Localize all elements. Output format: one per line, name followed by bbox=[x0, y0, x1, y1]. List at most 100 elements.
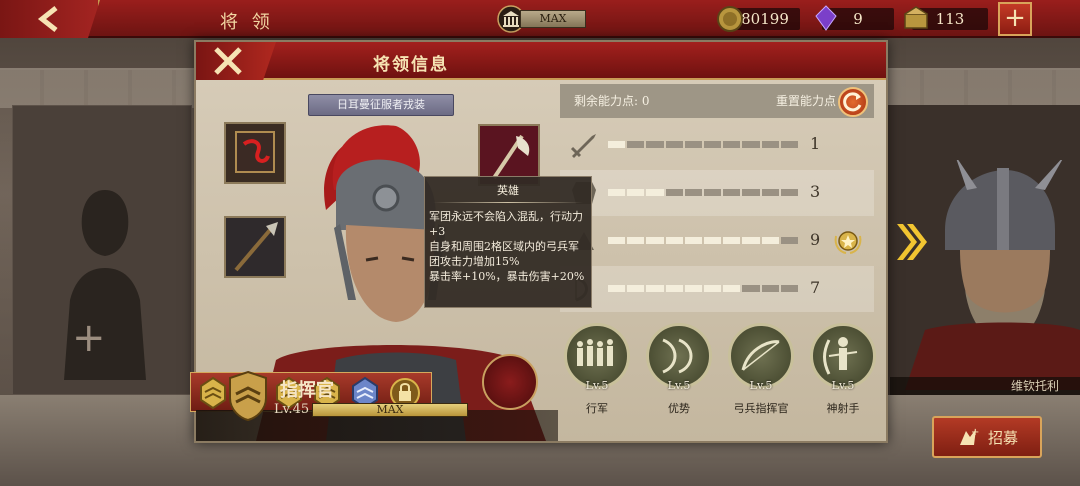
recruit-label: 招募 bbox=[987, 428, 1018, 447]
recruit-icon: + bbox=[959, 427, 979, 445]
skill-name: 神射手 bbox=[826, 402, 860, 415]
tooltip-title: 英雄 bbox=[497, 184, 519, 197]
stat-bar-segment bbox=[742, 237, 760, 244]
tooltip-body: 军团永远不会陷入混乱，行动力 +3 自身和周围2格区域内的弓兵军 团攻击力增加1… bbox=[429, 210, 585, 283]
stat-bar-segment bbox=[742, 285, 760, 292]
stat-bar-segment bbox=[665, 285, 683, 292]
supply-chest-icon bbox=[904, 6, 928, 29]
skill-name: 弓兵指挥官 bbox=[733, 402, 789, 415]
stat-bar-segment bbox=[684, 141, 703, 148]
stat-bar bbox=[608, 189, 799, 196]
remaining-points-value: 0 bbox=[641, 94, 650, 108]
stat-bar-segment bbox=[646, 285, 664, 292]
stat-bar-segment bbox=[723, 285, 741, 292]
stat-bar-segment bbox=[608, 285, 626, 292]
stat-bar-segment bbox=[780, 141, 799, 148]
coin-icon bbox=[717, 6, 743, 32]
stat-bar-segment bbox=[665, 189, 683, 196]
stat-bar-segment bbox=[780, 189, 799, 196]
stat-bar-segment bbox=[742, 141, 760, 148]
viking-general-portrait[interactable] bbox=[905, 160, 1080, 390]
stat-value: 1 bbox=[810, 134, 821, 153]
spear-equipment-slot[interactable] bbox=[224, 216, 286, 278]
stat-value: 9 bbox=[810, 230, 821, 249]
hero-title: 指挥官 bbox=[280, 380, 334, 401]
skill-name: 行军 bbox=[586, 402, 608, 415]
stat-row-attack[interactable]: 1 bbox=[560, 122, 874, 168]
crown-unit-icon[interactable] bbox=[482, 354, 538, 410]
stat-bar-segment bbox=[608, 237, 626, 244]
stat-bar-segment bbox=[627, 141, 645, 148]
recruit-button[interactable]: + 招募 bbox=[932, 416, 1042, 458]
skill-advantage[interactable]: Lv.5 优势 bbox=[644, 323, 714, 423]
ability-points-header: 剩余能力点: 0 重置能力点 bbox=[560, 84, 874, 118]
stat-bar-segment bbox=[665, 141, 683, 148]
stat-bar-segment bbox=[608, 189, 626, 196]
stat-bar-segment bbox=[723, 237, 741, 244]
right-general-name: 维钦托利 bbox=[890, 377, 1080, 395]
stat-bar-segment bbox=[761, 285, 779, 292]
sword-icon bbox=[570, 134, 596, 158]
stat-bar bbox=[608, 285, 799, 292]
hero-level: Lv.45 bbox=[274, 402, 310, 417]
spear-icon bbox=[226, 218, 284, 276]
stat-bar-segment bbox=[723, 189, 741, 196]
building-level-bar: MAX bbox=[520, 10, 586, 28]
banner-icon bbox=[226, 124, 284, 182]
stat-row-speed[interactable]: 9 bbox=[560, 218, 874, 264]
tooltip-divider bbox=[433, 202, 583, 203]
gem-icon bbox=[815, 5, 837, 31]
commander-shield-icon bbox=[229, 370, 267, 422]
skill-name: 优势 bbox=[668, 402, 690, 415]
buy-resources-button[interactable]: + bbox=[998, 2, 1032, 36]
stat-value: 3 bbox=[810, 182, 821, 201]
dialog-title: 将领信息 bbox=[373, 55, 449, 75]
reset-points-label: 重置能力点 bbox=[776, 94, 837, 108]
banner-equipment-slot[interactable] bbox=[224, 122, 286, 184]
stat-bar-segment bbox=[684, 237, 703, 244]
stat-bar-segment bbox=[761, 189, 779, 196]
top-bar: 将 领 MAX 80199 9 113 + bbox=[0, 0, 1080, 38]
remaining-points-text: 剩余能力点: bbox=[574, 94, 639, 108]
stat-bar-segment bbox=[704, 237, 722, 244]
next-arrow-icon[interactable] bbox=[895, 222, 927, 262]
skill-level: Lv.5 bbox=[831, 379, 855, 392]
hero-trait-tooltip: 英雄 军团永远不会陷入混乱，行动力 +3 自身和周围2格区域内的弓兵军 团攻击力… bbox=[424, 176, 592, 308]
skill-archer-commander[interactable]: Lv.5 弓兵指挥官 bbox=[726, 323, 796, 423]
page-title: 将 领 bbox=[220, 12, 274, 33]
stat-bar-segment bbox=[665, 237, 683, 244]
dialog-header: 将领信息 bbox=[196, 42, 886, 80]
stat-bar-segment bbox=[627, 189, 645, 196]
stat-bar-segment bbox=[780, 285, 799, 292]
star-laurel-icon[interactable] bbox=[832, 226, 864, 256]
stat-row-defense[interactable]: 3 bbox=[560, 170, 874, 216]
stat-bar bbox=[608, 141, 799, 148]
stat-row-range[interactable]: 7 bbox=[560, 266, 874, 312]
right-general-name-text: 维钦托利 bbox=[1010, 379, 1059, 393]
add-general-icon[interactable]: + bbox=[72, 318, 106, 358]
stat-bar-segment bbox=[646, 141, 664, 148]
stat-bar-segment bbox=[627, 285, 645, 292]
remaining-points-label: 剩余能力点: 0 bbox=[574, 84, 650, 118]
reset-points-button[interactable] bbox=[838, 87, 868, 117]
back-button[interactable] bbox=[0, 0, 100, 38]
stat-bar-segment bbox=[684, 189, 703, 196]
skill-level: Lv.5 bbox=[749, 379, 773, 392]
stat-bar-segment bbox=[627, 237, 645, 244]
svg-text:+: + bbox=[971, 427, 979, 438]
stat-bar-segment bbox=[704, 285, 722, 292]
stat-bar-segment bbox=[742, 189, 760, 196]
stat-bar-segment bbox=[704, 141, 722, 148]
skill-marksman[interactable]: Lv.5 神射手 bbox=[808, 323, 878, 423]
stat-bar-segment bbox=[761, 237, 779, 244]
skill-level: Lv.5 bbox=[667, 379, 691, 392]
level-progress-bar: MAX bbox=[312, 403, 468, 417]
back-arrow-icon bbox=[37, 6, 58, 32]
skill-march[interactable]: Lv.5 行军 bbox=[562, 323, 632, 423]
stat-bar-segment bbox=[646, 189, 664, 196]
stat-bar-segment bbox=[704, 189, 722, 196]
stat-bar-segment bbox=[608, 141, 626, 148]
stat-bar-segment bbox=[780, 237, 799, 244]
stat-bar-segment bbox=[723, 141, 741, 148]
outfit-label[interactable]: 日耳曼征服者戎装 bbox=[308, 94, 454, 116]
